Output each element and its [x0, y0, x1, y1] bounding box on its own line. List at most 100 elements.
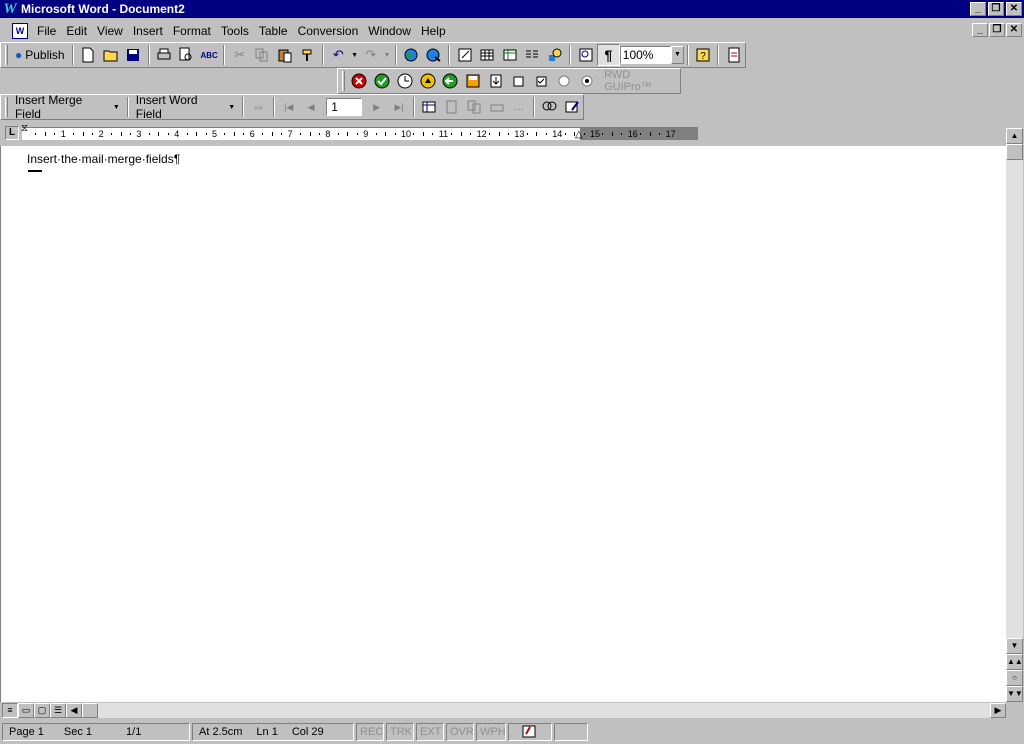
document-map-icon[interactable] — [574, 44, 597, 66]
status-ext[interactable]: EXT — [416, 722, 444, 741]
copy-icon[interactable] — [251, 44, 274, 66]
first-record-icon[interactable]: |◀ — [278, 96, 300, 118]
checkbox-checked-icon[interactable] — [530, 70, 553, 92]
doc-restore-button[interactable]: ❐ — [989, 23, 1005, 37]
record-number-input[interactable]: 1 — [326, 98, 362, 116]
print-icon[interactable] — [153, 44, 176, 66]
menu-insert[interactable]: Insert — [128, 24, 168, 38]
menu-format[interactable]: Format — [168, 24, 216, 38]
ruler-track[interactable]: 1 2 3 4 5 6 7 8 9 10 11 12 13 14 15 16 17 — [22, 127, 698, 140]
status-ovr[interactable]: OVR — [446, 722, 474, 741]
menu-conversion[interactable]: Conversion — [293, 24, 364, 38]
horizontal-scroll-track[interactable] — [82, 703, 990, 718]
drawing-icon[interactable] — [544, 44, 567, 66]
spelling-status-panel[interactable] — [508, 722, 552, 741]
pdf-icon[interactable] — [722, 44, 745, 66]
normal-view-icon[interactable]: ≡ — [2, 703, 18, 718]
menu-table[interactable]: Table — [254, 24, 293, 38]
zoom-input[interactable]: 100% — [619, 46, 671, 64]
radio-unselected-icon[interactable] — [553, 70, 576, 92]
scroll-right-icon[interactable]: ▶ — [990, 703, 1006, 718]
right-indent-marker[interactable]: △ — [575, 130, 583, 140]
scroll-thumb[interactable] — [1006, 144, 1023, 160]
menu-file[interactable]: File — [32, 24, 61, 38]
vertical-scrollbar[interactable]: ▲ ▼ ▲▲ ○ ▼▼ — [1006, 128, 1023, 702]
new-document-icon[interactable] — [77, 44, 100, 66]
web-layout-view-icon[interactable]: ▭ — [18, 703, 34, 718]
start-mail-merge-icon[interactable]: … — [508, 96, 530, 118]
previous-page-icon[interactable]: ▲▲ — [1006, 654, 1023, 670]
toolbar-grip[interactable] — [5, 97, 8, 117]
close-button[interactable]: ✕ — [1006, 2, 1022, 16]
spelling-icon[interactable]: ABC — [198, 44, 221, 66]
status-wph[interactable]: WPH — [476, 722, 506, 741]
columns-icon[interactable] — [521, 44, 544, 66]
save-disk-icon[interactable] — [122, 44, 145, 66]
undo-icon[interactable]: ↶ — [327, 44, 350, 66]
word-app-icon[interactable]: W — [2, 1, 18, 17]
back-icon[interactable] — [439, 70, 462, 92]
save-icon[interactable] — [462, 70, 485, 92]
redo-dropdown-icon[interactable]: ▼ — [382, 44, 392, 66]
document-paragraph[interactable]: Insert·the·mail·merge·fields¶ — [27, 152, 180, 166]
restore-button[interactable]: ❐ — [988, 2, 1004, 16]
print-preview-icon[interactable] — [175, 44, 198, 66]
left-indent-marker[interactable]: ⧖ — [21, 124, 28, 134]
menu-edit[interactable]: Edit — [61, 24, 92, 38]
find-record-icon[interactable] — [538, 96, 560, 118]
help-icon[interactable]: ? — [692, 44, 715, 66]
toolbar-grip[interactable] — [342, 71, 345, 91]
open-folder-icon[interactable] — [99, 44, 122, 66]
tables-borders-icon[interactable] — [453, 44, 476, 66]
radio-selected-icon[interactable] — [575, 70, 598, 92]
toolbar-grip[interactable] — [5, 45, 8, 65]
previous-record-icon[interactable]: ◀ — [300, 96, 322, 118]
doc-close-button[interactable]: ✕ — [1006, 23, 1022, 37]
status-trk[interactable]: TRK — [386, 722, 414, 741]
clock-icon[interactable] — [393, 70, 416, 92]
horizontal-ruler[interactable]: L 1 2 3 4 5 6 7 8 9 10 11 12 13 14 15 16 17 ⧖ △ — [0, 122, 1006, 146]
select-browse-object-icon[interactable]: ○ — [1006, 670, 1023, 686]
horizontal-scroll-thumb[interactable] — [82, 703, 98, 718]
edit-data-source-icon[interactable] — [561, 96, 583, 118]
paste-icon[interactable] — [274, 44, 297, 66]
cut-icon[interactable]: ✂ — [228, 44, 251, 66]
status-rec[interactable]: REC — [356, 722, 384, 741]
next-page-icon[interactable]: ▼▼ — [1006, 686, 1023, 702]
format-painter-icon[interactable] — [296, 44, 319, 66]
insert-excel-icon[interactable] — [499, 44, 522, 66]
scroll-left-icon[interactable]: ◀ — [66, 703, 82, 718]
checkbox-unchecked-icon[interactable] — [507, 70, 530, 92]
insert-merge-field-button[interactable]: Insert Merge Field ▼ — [11, 93, 124, 121]
web-toolbar-icon[interactable] — [400, 44, 423, 66]
show-hide-icon[interactable]: ¶ — [597, 44, 620, 66]
print-layout-view-icon[interactable]: ▢ — [34, 703, 50, 718]
mail-merge-helper-icon[interactable] — [418, 96, 440, 118]
merge-to-new-document-icon[interactable] — [463, 96, 485, 118]
outline-view-icon[interactable]: ☰ — [50, 703, 66, 718]
insert-word-field-button[interactable]: Insert Word Field ▼ — [132, 93, 239, 121]
insert-hyperlink-icon[interactable] — [423, 44, 446, 66]
check-icon[interactable] — [371, 70, 394, 92]
record-icon[interactable] — [416, 70, 439, 92]
document-area[interactable]: Insert·the·mail·merge·fields¶ — [0, 146, 1006, 702]
redo-icon[interactable]: ↷ — [359, 44, 382, 66]
undo-dropdown-icon[interactable]: ▼ — [350, 44, 360, 66]
publish-button[interactable]: ● Publish — [11, 44, 69, 66]
check-for-errors-icon[interactable] — [441, 96, 463, 118]
insert-icon[interactable] — [484, 70, 507, 92]
insert-table-icon[interactable] — [476, 44, 499, 66]
view-merged-data-icon[interactable]: «» — [247, 96, 269, 118]
last-record-icon[interactable]: ▶| — [388, 96, 410, 118]
menu-help[interactable]: Help — [416, 24, 451, 38]
menu-view[interactable]: View — [92, 24, 128, 38]
scroll-down-icon[interactable]: ▼ — [1006, 638, 1023, 654]
next-record-icon[interactable]: ▶ — [366, 96, 388, 118]
scroll-up-icon[interactable]: ▲ — [1006, 128, 1023, 144]
merge-to-printer-icon[interactable] — [485, 96, 507, 118]
document-icon[interactable]: W — [12, 22, 28, 39]
zoom-dropdown-icon[interactable]: ▼ — [671, 46, 684, 64]
minimize-button[interactable]: _ — [970, 2, 986, 16]
menu-tools[interactable]: Tools — [216, 24, 254, 38]
stop-icon[interactable] — [348, 70, 371, 92]
